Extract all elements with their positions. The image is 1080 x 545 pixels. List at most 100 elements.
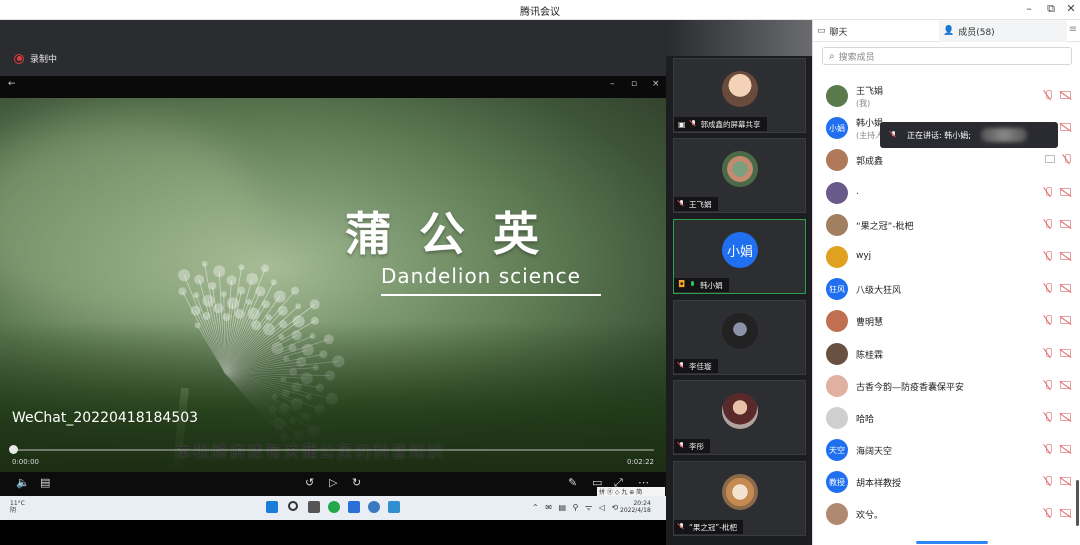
thumbnail-nameplate: ▣ 郭成鑫的屏幕共享 xyxy=(674,117,767,131)
pen-icon[interactable]: ✎ xyxy=(568,476,577,489)
camera-off-icon[interactable] xyxy=(1060,380,1071,389)
mic-muted-icon[interactable] xyxy=(1044,347,1052,358)
seed-tuft xyxy=(237,286,246,295)
progress-track[interactable] xyxy=(12,449,654,451)
mic-muted-icon xyxy=(690,120,697,128)
camera-off-icon[interactable] xyxy=(1060,445,1071,454)
participant-avatar xyxy=(722,313,758,349)
mic-muted-icon[interactable] xyxy=(1044,186,1052,197)
taskbar-clock[interactable]: 20:24 2022/4/18 xyxy=(620,500,651,514)
forward-icon[interactable]: ↻ xyxy=(352,476,361,489)
member-row[interactable]: 欢兮。 xyxy=(813,498,1080,530)
tab-chat[interactable]: ▭ 聊天 xyxy=(813,20,939,42)
title-underline xyxy=(381,294,601,296)
avatar-text: 狂风 xyxy=(829,284,845,294)
thumbnail-tile[interactable]: ▣ 郭成鑫的屏幕共享 xyxy=(673,58,806,133)
member-row[interactable]: 哈哈 xyxy=(813,402,1080,434)
member-row[interactable]: 教授 胡本祥教授 xyxy=(813,466,1080,498)
member-row[interactable]: 郭成鑫 xyxy=(813,144,1080,176)
tab-members[interactable]: 👤 成员(58) xyxy=(939,20,1067,42)
minimize-icon[interactable]: – xyxy=(1022,2,1036,15)
mic-muted-icon[interactable] xyxy=(1044,476,1052,486)
member-avatar xyxy=(826,181,848,204)
mic-muted-icon[interactable] xyxy=(1044,379,1052,390)
member-status-icons xyxy=(1044,218,1071,229)
taskbar-search-icon[interactable] xyxy=(288,501,298,511)
member-avatar xyxy=(826,374,848,397)
settings-icon[interactable] xyxy=(368,501,380,513)
seed-tuft xyxy=(277,305,288,316)
host-icon: ◘ xyxy=(678,280,686,290)
camera-off-icon[interactable] xyxy=(1060,509,1071,518)
thumbnail-name: 郭成鑫的屏幕共享 xyxy=(700,119,761,129)
camera-off-icon[interactable] xyxy=(1060,187,1071,196)
mic-muted-icon[interactable] xyxy=(1044,283,1052,293)
member-search-input[interactable]: ⌕ 搜索成员 xyxy=(822,47,1072,65)
mic-muted-icon[interactable] xyxy=(1044,250,1052,261)
member-row[interactable]: 王飞娟 (我) xyxy=(813,80,1080,112)
camera-off-icon[interactable] xyxy=(1060,219,1071,228)
system-tray[interactable]: ⌃ ✉ ▤ ⚲ ᯤ ◁ ⟲ xyxy=(532,502,620,513)
video-player[interactable]: 蒲公英 Dandelion science WeChat_20220418184… xyxy=(0,98,666,472)
member-avatar xyxy=(826,310,848,333)
member-row[interactable]: 天空 海阔天空 xyxy=(813,434,1080,466)
mic-muted-icon[interactable] xyxy=(1044,315,1052,325)
media-player-icon[interactable] xyxy=(388,501,400,513)
mic-muted-icon[interactable] xyxy=(1063,154,1071,164)
recording-indicator[interactable]: 录制中 xyxy=(14,52,57,65)
thumbnail-tile-active-speaker[interactable]: 小娟 ◘ 韩小娟 xyxy=(673,219,806,294)
panel-menu-icon[interactable]: ≡ xyxy=(1069,24,1077,35)
shared-close-icon[interactable]: × xyxy=(652,79,660,89)
rewind-icon[interactable]: ↺ xyxy=(305,476,314,489)
member-row[interactable]: . xyxy=(813,177,1080,209)
thumbnail-tile[interactable]: “果之冠”-枇杷 xyxy=(673,461,806,536)
camera-off-icon[interactable] xyxy=(1060,348,1071,357)
member-status-icons xyxy=(1044,411,1071,422)
progress-knob[interactable] xyxy=(9,445,18,454)
camera-off-icon[interactable] xyxy=(1060,91,1071,99)
seed-tuft xyxy=(213,303,224,314)
camera-off-icon[interactable] xyxy=(1060,251,1071,260)
member-name: “果之冠”-枇杷 xyxy=(856,221,914,232)
seed-tuft xyxy=(246,272,259,285)
camera-off-icon[interactable] xyxy=(1060,123,1071,132)
seed-tuft xyxy=(193,292,200,299)
member-list-scrollbar[interactable] xyxy=(1076,480,1079,526)
member-status-icons xyxy=(1044,186,1071,197)
member-avatar: 狂风 xyxy=(826,278,848,301)
mic-muted-icon[interactable] xyxy=(1044,411,1052,422)
camera-off-icon[interactable] xyxy=(1060,412,1071,421)
member-row[interactable]: 狂风 八级大狂风 xyxy=(813,273,1080,305)
camera-off-icon[interactable] xyxy=(1060,477,1071,486)
panel-tabs: ▭ 聊天 👤 成员(58) ≡ xyxy=(813,20,1080,42)
thumbnail-tile[interactable]: 王飞娟 xyxy=(673,138,806,213)
mic-muted-icon[interactable] xyxy=(1044,508,1052,518)
member-row[interactable]: wyj xyxy=(813,241,1080,273)
restore-icon[interactable]: ⧉ xyxy=(1044,2,1058,16)
wechat-icon[interactable] xyxy=(328,501,340,513)
mic-muted-icon[interactable] xyxy=(1044,90,1052,100)
shared-maximize-icon[interactable]: ▫ xyxy=(631,79,637,89)
meeting-app-icon[interactable] xyxy=(348,501,360,513)
close-icon[interactable]: ✕ xyxy=(1064,2,1078,15)
thumbnail-tile[interactable]: 李佳璇 xyxy=(673,300,806,375)
task-view-icon[interactable] xyxy=(308,501,320,513)
member-row[interactable]: 曹明慧 xyxy=(813,305,1080,337)
member-row[interactable]: “果之冠”-枇杷 xyxy=(813,209,1080,241)
camera-off-icon[interactable] xyxy=(1060,316,1071,325)
mic-muted-icon[interactable] xyxy=(1044,218,1052,229)
member-row[interactable]: 古香今韵—防疫香囊保平安 xyxy=(813,370,1080,402)
subtitle-icon[interactable]: ▤ xyxy=(40,476,50,489)
back-icon[interactable]: ← xyxy=(8,79,16,89)
mic-muted-icon[interactable] xyxy=(1044,444,1052,454)
play-icon[interactable]: ▷ xyxy=(329,476,337,489)
camera-off-icon[interactable] xyxy=(1060,284,1071,293)
volume-icon[interactable]: 🔈 xyxy=(16,476,30,489)
video-watermark: WeChat_20220418184503 xyxy=(12,410,199,426)
thumbnail-tile[interactable]: 李彤 xyxy=(673,380,806,455)
start-icon[interactable] xyxy=(266,501,278,513)
shared-minimize-icon[interactable]: – xyxy=(610,79,615,89)
member-role: (我) xyxy=(856,99,871,108)
member-row[interactable]: 陈桂霖 xyxy=(813,338,1080,370)
weather-widget[interactable]: 11°C 阴 xyxy=(10,500,25,514)
